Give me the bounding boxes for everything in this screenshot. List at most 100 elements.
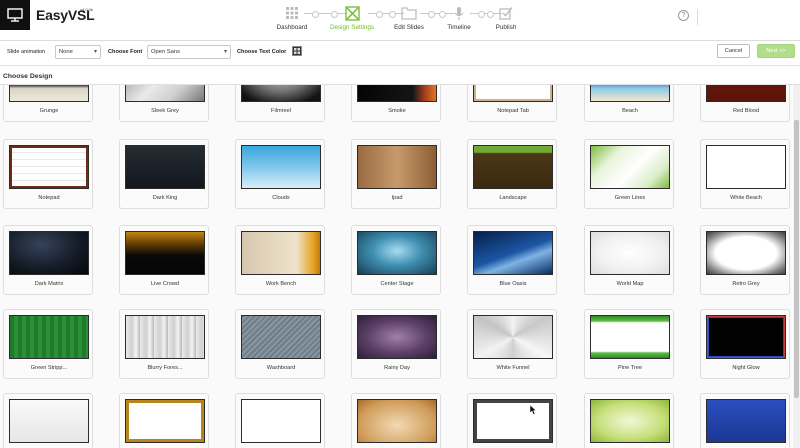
design-name: Work Bench — [265, 281, 297, 287]
step-label: Dashboard — [276, 24, 308, 31]
chevron-down-icon: ▾ — [93, 49, 97, 55]
design-thumbnail[interactable] — [241, 315, 321, 359]
design-thumbnail[interactable] — [590, 145, 670, 189]
design-card[interactable] — [119, 393, 209, 448]
design-thumbnail[interactable] — [473, 315, 553, 359]
design-thumbnail[interactable] — [473, 399, 553, 443]
design-thumbnail[interactable] — [473, 145, 553, 189]
design-thumbnail[interactable] — [125, 85, 205, 102]
design-thumbnail[interactable] — [706, 399, 786, 443]
design-thumbnail[interactable] — [9, 315, 89, 359]
design-thumbnail[interactable] — [706, 85, 786, 102]
design-card[interactable]: Red Blood — [700, 85, 790, 122]
design-card[interactable]: Blue Oasis — [467, 225, 557, 295]
design-thumbnail[interactable] — [241, 85, 321, 102]
design-card[interactable]: Dark King — [119, 139, 209, 209]
design-card[interactable]: Work Bench — [235, 225, 325, 295]
design-name: Retro Grey — [732, 281, 760, 287]
presentation-logo-icon[interactable] — [0, 0, 30, 30]
help-icon[interactable]: ? — [678, 10, 689, 21]
design-card[interactable]: Green Stripp... — [3, 309, 93, 379]
font-select[interactable]: Open Sans ▾ — [147, 45, 231, 59]
brand-version: v4.0.0b — [80, 7, 94, 12]
design-thumbnail[interactable] — [590, 399, 670, 443]
design-thumbnail[interactable] — [357, 231, 437, 275]
design-card[interactable] — [700, 393, 790, 448]
design-thumbnail[interactable] — [590, 231, 670, 275]
cancel-button[interactable]: Cancel — [717, 44, 750, 58]
design-thumbnail[interactable] — [125, 315, 205, 359]
design-thumbnail[interactable] — [357, 85, 437, 102]
design-card[interactable]: Dark Matrix — [3, 225, 93, 295]
design-name: Sleek Grey — [151, 108, 179, 114]
design-card[interactable]: Notepad — [3, 139, 93, 209]
design-card[interactable]: Night Glow — [700, 309, 790, 379]
design-thumbnail[interactable] — [9, 85, 89, 102]
design-name: Pine Tree — [618, 365, 642, 371]
step-design-settings[interactable]: Design Settings — [322, 6, 382, 31]
design-card[interactable]: Grunge — [3, 85, 93, 122]
design-name: Filmreel — [271, 108, 291, 114]
design-thumbnail[interactable] — [9, 399, 89, 443]
design-thumbnail[interactable] — [241, 399, 321, 443]
text-color-picker[interactable] — [292, 46, 302, 56]
design-thumbnail[interactable] — [473, 85, 553, 102]
design-thumbnail[interactable] — [590, 315, 670, 359]
design-card[interactable]: World Map — [584, 225, 674, 295]
mouse-cursor-icon — [530, 405, 537, 415]
header-divider — [697, 9, 698, 25]
design-name: Ipad — [391, 195, 403, 201]
step-dashboard[interactable]: Dashboard — [262, 6, 322, 31]
design-name: Red Blood — [732, 108, 760, 114]
design-card[interactable]: Landscape — [467, 139, 557, 209]
design-card[interactable] — [351, 393, 441, 448]
design-card[interactable] — [235, 393, 325, 448]
slide-animation-label: Slide animation — [7, 49, 46, 55]
next-button[interactable]: Next >> — [757, 44, 795, 58]
design-card[interactable]: Washboard — [235, 309, 325, 379]
slide-animation-select[interactable]: None ▾ — [55, 45, 101, 59]
design-thumbnail[interactable] — [9, 145, 89, 189]
design-card[interactable]: Blurry Fores... — [119, 309, 209, 379]
design-thumbnail[interactable] — [357, 399, 437, 443]
design-thumbnail[interactable] — [357, 315, 437, 359]
design-card[interactable]: Clouds — [235, 139, 325, 209]
design-thumbnail[interactable] — [706, 315, 786, 359]
design-card[interactable]: White Funnel — [467, 309, 557, 379]
design-card[interactable] — [467, 393, 557, 448]
scrollbar-thumb[interactable] — [794, 120, 799, 398]
chevron-down-icon: ▾ — [223, 49, 227, 55]
design-thumbnail[interactable] — [590, 85, 670, 102]
design-card[interactable]: Smoke — [351, 85, 441, 122]
design-card[interactable]: Ipad — [351, 139, 441, 209]
design-thumbnail[interactable] — [125, 145, 205, 189]
design-card[interactable]: Filmreel — [235, 85, 325, 122]
choose-font-label: Choose Font — [108, 49, 143, 55]
design-thumbnail[interactable] — [357, 145, 437, 189]
design-card[interactable]: Retro Grey — [700, 225, 790, 295]
design-card[interactable]: Live Crowd — [119, 225, 209, 295]
design-name: Clouds — [272, 195, 290, 201]
design-card[interactable]: Sleek Grey — [119, 85, 209, 122]
design-thumbnail[interactable] — [241, 145, 321, 189]
design-card[interactable]: Pine Tree — [584, 309, 674, 379]
design-thumbnail[interactable] — [706, 145, 786, 189]
design-thumbnail[interactable] — [125, 231, 205, 275]
design-card[interactable] — [3, 393, 93, 448]
design-thumbnail[interactable] — [125, 399, 205, 443]
design-card[interactable]: Green Lines — [584, 139, 674, 209]
vertical-scrollbar[interactable] — [793, 85, 800, 448]
design-card[interactable] — [584, 393, 674, 448]
design-card[interactable]: Rainy Day — [351, 309, 441, 379]
design-thumbnail[interactable] — [9, 231, 89, 275]
design-card[interactable]: White Beach — [700, 139, 790, 209]
design-card[interactable]: Center Stage — [351, 225, 441, 295]
design-card[interactable]: Beach — [584, 85, 674, 122]
design-thumbnail[interactable] — [706, 231, 786, 275]
step-publish[interactable]: Publish — [476, 6, 536, 31]
publish-icon — [476, 6, 536, 21]
design-card[interactable]: Notepad Tab — [467, 85, 557, 122]
design-thumbnail[interactable] — [473, 231, 553, 275]
slide-animation-value: None — [59, 49, 73, 55]
design-thumbnail[interactable] — [241, 231, 321, 275]
